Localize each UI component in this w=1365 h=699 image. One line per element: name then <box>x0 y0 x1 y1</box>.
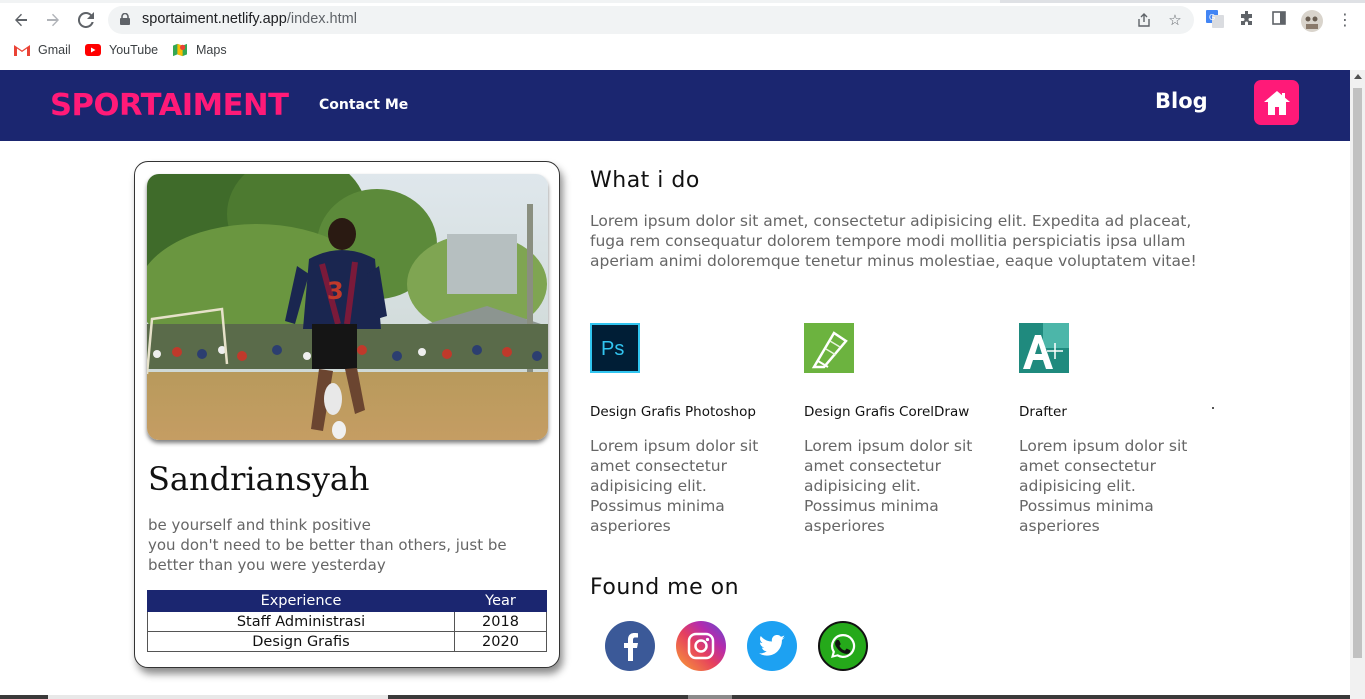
nav-blog[interactable]: Blog <box>1155 89 1208 113</box>
forward-icon[interactable] <box>42 9 64 31</box>
scrollbar-thumb[interactable] <box>1353 88 1362 658</box>
menu-kebab-icon[interactable]: ⋮ <box>1335 10 1355 30</box>
svg-text:Ps: Ps <box>601 338 624 360</box>
table-header-experience: Experience <box>147 590 455 612</box>
table-row: Design Grafis 2020 <box>147 631 547 652</box>
bookmark-star-icon[interactable]: ☆ <box>1167 12 1183 28</box>
profile-name: Sandriansyah <box>148 460 370 498</box>
facebook-icon <box>624 633 638 661</box>
scroll-up-arrow[interactable] <box>1354 74 1362 79</box>
stray-dot <box>1212 407 1214 409</box>
bio-line-1: be yourself and think positive <box>148 516 371 534</box>
table-row: Staff Administrasi 2018 <box>147 611 547 632</box>
translate-extension-icon[interactable]: G <box>1205 10 1225 30</box>
coreldraw-icon <box>804 323 854 373</box>
address-bar[interactable]: sportaiment.netlify.app/index.html ☆ <box>108 6 1194 34</box>
reload-icon[interactable] <box>75 9 97 31</box>
skill-description: Lorem ipsum dolor sit amet consectetur a… <box>804 437 973 535</box>
site-brand[interactable]: SPORTAIMENT <box>50 88 289 123</box>
bio-line-2: you don't need to be better than others,… <box>148 536 507 574</box>
skill-description: Lorem ipsum dolor sit amet consectetur a… <box>1019 437 1188 535</box>
extensions-icon[interactable] <box>1237 10 1257 30</box>
browser-chrome: sportaiment.netlify.app/index.html ☆ G ⋮… <box>0 0 1365 70</box>
lock-icon <box>120 13 130 25</box>
instagram-link[interactable] <box>676 621 726 671</box>
skill-title: Drafter <box>1019 404 1067 420</box>
back-icon[interactable] <box>10 9 32 31</box>
skill-description: Lorem ipsum dolor sit amet consectetur a… <box>590 437 759 535</box>
maps-icon <box>173 43 187 57</box>
taskbar-strip <box>0 695 1350 699</box>
table-cell-year: 2018 <box>454 611 547 632</box>
svg-text:3: 3 <box>327 277 344 305</box>
site-header: SPORTAIMENT Contact Me Blog <box>0 70 1350 141</box>
instagram-icon <box>687 632 715 660</box>
table-cell-year: 2020 <box>454 631 547 652</box>
autocad-icon <box>1019 323 1069 373</box>
table-header-row: Experience Year <box>147 590 547 612</box>
gmail-icon <box>14 45 30 56</box>
skill-coreldraw: Design Grafis CorelDraw Lorem ipsum dolo… <box>804 323 1004 535</box>
page-scrollbar[interactable] <box>1350 70 1365 699</box>
youtube-icon <box>85 44 101 56</box>
bookmark-maps[interactable]: Maps <box>172 43 227 57</box>
experience-table: Experience Year Staff Administrasi 2018 … <box>147 590 547 652</box>
table-header-year: Year <box>454 590 547 612</box>
home-icon <box>1263 90 1290 115</box>
table-cell-experience: Staff Administrasi <box>147 611 455 632</box>
bookmark-youtube[interactable]: YouTube <box>85 43 158 57</box>
what-i-do-heading: What i do <box>590 168 700 193</box>
web-page: SPORTAIMENT Contact Me Blog 3 Sandriansy… <box>0 70 1350 699</box>
profile-photo: 3 <box>147 174 548 440</box>
skill-title: Design Grafis CorelDraw <box>804 404 970 420</box>
profile-avatar[interactable] <box>1301 10 1323 32</box>
facebook-link[interactable] <box>605 621 655 671</box>
profile-bio: be yourself and think positive you don't… <box>148 515 543 575</box>
nav-contact-me[interactable]: Contact Me <box>319 97 408 113</box>
twitter-link[interactable] <box>747 621 797 671</box>
svg-text:G: G <box>1209 13 1215 22</box>
intro-paragraph: Lorem ipsum dolor sit amet, consectetur … <box>590 212 1197 270</box>
twitter-icon <box>759 635 785 656</box>
skill-drafter: Drafter Lorem ipsum dolor sit amet conse… <box>1019 323 1219 535</box>
bookmarks-bar: Gmail YouTube Maps <box>0 40 1365 64</box>
profile-card: 3 Sandriansyah be yourself and think pos… <box>134 161 560 668</box>
whatsapp-link[interactable] <box>818 621 868 671</box>
photoshop-icon: Ps <box>590 323 640 373</box>
bookmark-gmail[interactable]: Gmail <box>14 43 71 57</box>
share-icon[interactable] <box>1136 12 1152 28</box>
whatsapp-icon <box>830 633 856 658</box>
home-button[interactable] <box>1254 80 1299 125</box>
skill-photoshop: Ps Design Grafis Photoshop Lorem ipsum d… <box>590 323 790 535</box>
found-me-on-heading: Found me on <box>590 575 740 600</box>
url-text: sportaiment.netlify.app/index.html <box>142 11 357 27</box>
tab-strip <box>0 0 1365 3</box>
side-panel-icon[interactable] <box>1269 10 1289 30</box>
skill-title: Design Grafis Photoshop <box>590 404 756 420</box>
table-cell-experience: Design Grafis <box>147 631 455 652</box>
